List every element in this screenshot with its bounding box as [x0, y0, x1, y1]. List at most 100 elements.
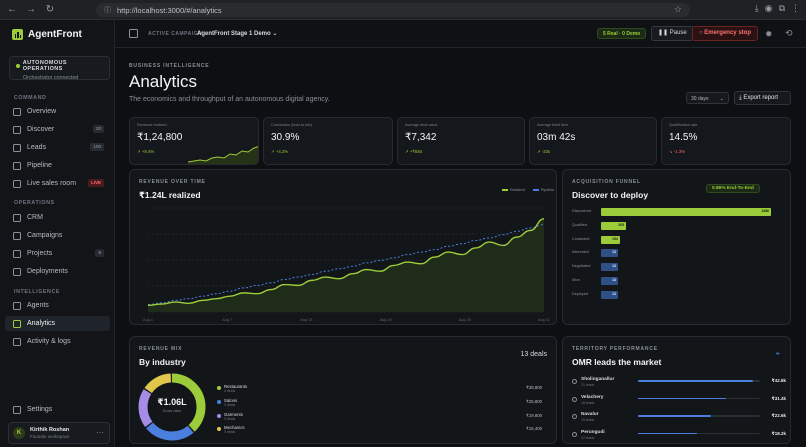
kpi-delta-value: -23s: [541, 149, 551, 154]
territory-bar-track: [638, 380, 760, 382]
territory-leads: 12 leads: [581, 435, 595, 440]
sidebar-item-label: Overview: [27, 108, 57, 115]
sidebar-item-analytics[interactable]: Analytics: [5, 316, 110, 331]
legend-dot: [217, 413, 221, 418]
territory-row[interactable]: Perungudi 12 leads ₹18.2k: [572, 430, 786, 444]
sidebar-item-label: Analytics: [27, 320, 56, 327]
sidebar-toggle-icon[interactable]: [129, 29, 138, 38]
export-label: Export report: [743, 95, 779, 101]
grid-icon: [13, 107, 21, 116]
sidebar-item-label: Discover: [27, 126, 55, 133]
funnel-bar: 13: [601, 277, 618, 285]
menu-icon[interactable]: ⋮: [791, 3, 800, 14]
sidebar-item-discover[interactable]: Discover 20: [5, 122, 110, 137]
user-role: Founder workspace: [30, 434, 70, 439]
profile-icon[interactable]: ◉: [765, 3, 773, 14]
page-subtitle: The economics and throughput of an auton…: [129, 96, 330, 103]
territory-value: ₹18.2k: [771, 430, 786, 436]
address-bar[interactable]: ⓘ http://localhost:3000/#/analytics ☆: [96, 3, 690, 17]
map-pin-icon[interactable]: ⌖: [775, 349, 780, 359]
forward-icon[interactable]: →: [24, 3, 38, 17]
sidebar-item-agents[interactable]: Agents: [5, 298, 110, 313]
card-eyebrow: REVENUE OVER TIME: [139, 179, 206, 185]
site-info-icon[interactable]: ⓘ: [104, 5, 111, 15]
location-icon: [572, 431, 577, 437]
industry-row: Salons 3 deals ₹25,800: [217, 398, 542, 408]
notifications-icon[interactable]: ⟲: [785, 28, 793, 39]
sidebar-item-live-sales-room[interactable]: Live sales room LIVE: [5, 176, 110, 191]
user-card[interactable]: K Kirthik Roshan Founder workspace ⋯: [8, 422, 110, 444]
kpi-sparkline: [188, 146, 258, 164]
card-title: OMR leads the market: [572, 357, 662, 367]
kpi-value: 03m 42s: [537, 132, 576, 143]
back-icon[interactable]: ←: [5, 3, 19, 17]
globe-icon: [13, 267, 21, 276]
legend-label: Realized: [510, 188, 525, 192]
main-content: BUSINESS INTELLIGENCE Analytics The econ…: [115, 48, 806, 447]
theme-toggle-icon[interactable]: ✹: [765, 29, 773, 40]
sidebar-item-campaigns[interactable]: Campaigns: [5, 228, 110, 243]
territory-row[interactable]: Navalur 15 leads ₹22.6k: [572, 412, 786, 426]
funnel-row: Negotiated 13: [572, 263, 777, 272]
kpi-value: ₹7,342: [405, 132, 437, 143]
funnel-bar: 13: [601, 249, 618, 258]
kpi-card-deal-value: Average deal value ₹7,342 ↗ +₹684: [397, 117, 525, 165]
chevron-down-icon: ⌄: [272, 31, 278, 37]
campaign-selector[interactable]: AgentFront Stage 1 Demo ⌄: [197, 30, 277, 37]
chart-icon: [13, 319, 21, 328]
legend-dot: [217, 427, 221, 432]
funnel-bar-value: 1386: [761, 209, 769, 213]
page-eyebrow: BUSINESS INTELLIGENCE: [129, 63, 210, 69]
chart-legend: Realized Pipeline: [502, 188, 554, 192]
sidebar-item-deployments[interactable]: Deployments: [5, 264, 110, 279]
territory-bar-track: [638, 415, 760, 417]
kpi-card-qualification: Qualification rate 14.5% ↘ -1.3%: [661, 117, 791, 165]
export-report-button[interactable]: ⤓ Export report: [734, 91, 791, 105]
territory-row[interactable]: Velachery 18 leads ₹31.4k: [572, 395, 786, 409]
industry-row: Mechanics 3 deals ₹15,400: [217, 425, 542, 435]
sidebar-item-overview[interactable]: Overview: [5, 104, 110, 119]
sidebar-item-crm[interactable]: CRM: [5, 210, 110, 225]
kpi-value: 30.9%: [271, 132, 300, 143]
card-title: By industry: [139, 357, 186, 367]
funnel-card: ACQUISITION FUNNEL Discover to deploy 0.…: [562, 169, 791, 325]
territory-leads: 18 leads: [581, 400, 595, 405]
emergency-label: Emergency stop: [704, 30, 751, 36]
compass-icon: [13, 125, 21, 134]
funnel-row: Discovered 1386: [572, 208, 777, 217]
brand[interactable]: AgentFront: [12, 29, 82, 40]
territory-value: ₹42.8k: [771, 378, 786, 383]
sidebar-item-label: Pipeline: [27, 162, 52, 169]
funnel-row: Qualified 205: [572, 221, 777, 231]
kpi-delta-value: +₹684: [409, 149, 423, 154]
more-icon[interactable]: ⋯: [96, 428, 104, 437]
territory-row[interactable]: Sholinganallur 21 leads ₹42.8k: [572, 377, 786, 391]
download-icon[interactable]: ⤓: [755, 3, 759, 14]
x-tick-label: Aug 25: [459, 318, 471, 322]
reload-icon[interactable]: ↻: [43, 3, 57, 17]
pause-button[interactable]: ❚❚ Pause: [651, 26, 694, 41]
sidebar-item-activity-logs[interactable]: Activity & logs: [5, 334, 110, 349]
emergency-stop-button[interactable]: ○ Emergency stop: [692, 26, 758, 41]
extensions-icon[interactable]: ⧉: [779, 3, 785, 14]
sidebar-item-leads[interactable]: Leads 100: [5, 140, 110, 155]
pause-label: Pause: [669, 30, 687, 36]
count-badge: 100: [90, 143, 104, 151]
industry-value: ₹25,800: [526, 398, 542, 404]
live-badge: LIVE: [87, 179, 104, 187]
territory-name: Velachery: [581, 394, 604, 400]
funnel-row: Interested 13: [572, 249, 777, 258]
kpi-label: Revenue realized: [137, 123, 167, 127]
sidebar-item-label: Settings: [27, 406, 53, 413]
territory-leads: 15 leads: [581, 418, 595, 422]
sidebar-item-label: Deployments: [27, 268, 68, 275]
sidebar-item-pipeline[interactable]: Pipeline: [5, 158, 110, 173]
kpi-label: Average deal value: [405, 123, 438, 127]
sidebar-item-projects[interactable]: Projects 8: [5, 246, 110, 261]
bookmark-star-icon[interactable]: ☆: [674, 4, 682, 15]
period-value: 30 days: [691, 96, 709, 102]
sidebar-item-label: Campaigns: [27, 232, 63, 239]
sidebar-item-settings[interactable]: Settings: [5, 402, 110, 417]
period-select[interactable]: 30 days ⌄: [686, 92, 729, 104]
card-eyebrow: TERRITORY PERFORMANCE: [572, 346, 658, 352]
